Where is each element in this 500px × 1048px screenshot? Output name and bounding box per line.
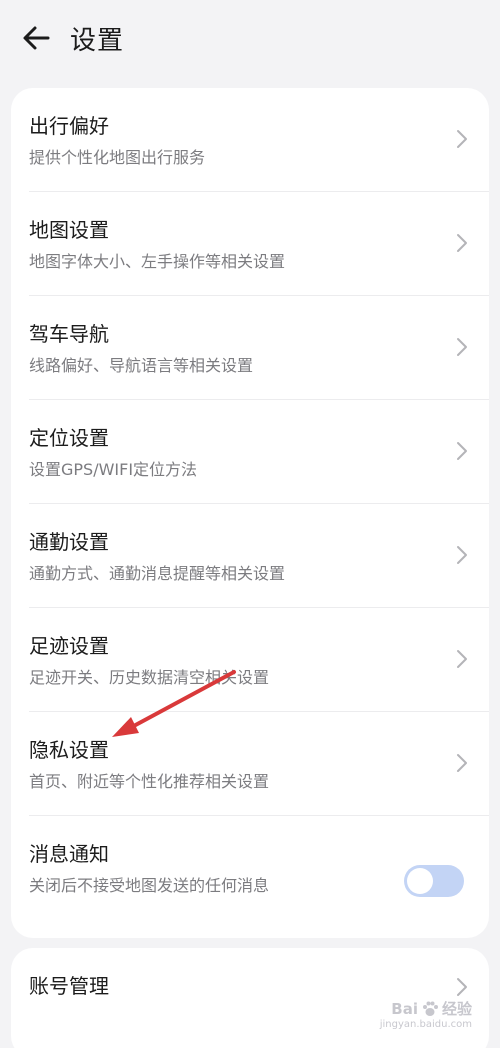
chevron-right-icon xyxy=(457,234,467,252)
chevron-right-icon xyxy=(457,546,467,564)
watermark: Bai 经验 jingyan.baidu.com xyxy=(379,998,472,1031)
setting-title: 账号管理 xyxy=(29,974,109,998)
chevron-right-icon xyxy=(457,650,467,668)
settings-card: 出行偏好 提供个性化地图出行服务 地图设置 地图字体大小、左手操作等相关设置 驾… xyxy=(11,88,489,938)
setting-title: 消息通知 xyxy=(29,842,109,866)
setting-subtitle: 首页、附近等个性化推荐相关设置 xyxy=(29,772,270,791)
watermark-logo: Bai 经验 xyxy=(391,998,472,1019)
watermark-url: jingyan.baidu.com xyxy=(379,1019,472,1030)
watermark-brand-left: Bai xyxy=(391,999,418,1018)
setting-subtitle: 提供个性化地图出行服务 xyxy=(29,148,206,167)
setting-title: 隐私设置 xyxy=(29,738,109,762)
chevron-right-icon xyxy=(457,978,467,996)
setting-subtitle: 通勤方式、通勤消息提醒等相关设置 xyxy=(29,564,286,583)
setting-title: 通勤设置 xyxy=(29,530,109,554)
setting-subtitle: 地图字体大小、左手操作等相关设置 xyxy=(29,252,286,271)
chevron-right-icon xyxy=(457,338,467,356)
toggle-knob xyxy=(407,868,433,894)
setting-title: 出行偏好 xyxy=(29,114,109,138)
setting-title: 驾车导航 xyxy=(29,322,109,346)
setting-title: 地图设置 xyxy=(29,218,109,242)
chevron-right-icon xyxy=(457,442,467,460)
setting-subtitle: 线路偏好、导航语言等相关设置 xyxy=(29,356,254,375)
setting-title: 足迹设置 xyxy=(29,634,109,658)
chevron-right-icon xyxy=(457,130,467,148)
setting-title: 定位设置 xyxy=(29,426,109,450)
setting-map-settings[interactable]: 地图设置 地图字体大小、左手操作等相关设置 xyxy=(11,192,489,296)
setting-subtitle: 足迹开关、历史数据清空相关设置 xyxy=(29,668,270,687)
watermark-brand-right: 经验 xyxy=(441,1000,472,1018)
arrow-left-icon xyxy=(23,26,50,50)
setting-subtitle: 设置GPS/WIFI定位方法 xyxy=(29,460,198,479)
page-title: 设置 xyxy=(70,25,125,56)
paw-icon xyxy=(422,1001,438,1016)
notifications-toggle[interactable] xyxy=(404,865,464,897)
back-button[interactable] xyxy=(16,18,56,58)
setting-privacy[interactable]: 隐私设置 首页、附近等个性化推荐相关设置 xyxy=(11,712,489,816)
setting-commute[interactable]: 通勤设置 通勤方式、通勤消息提醒等相关设置 xyxy=(11,504,489,608)
chevron-right-icon xyxy=(457,754,467,772)
setting-travel-preference[interactable]: 出行偏好 提供个性化地图出行服务 xyxy=(11,88,489,192)
setting-driving-navigation[interactable]: 驾车导航 线路偏好、导航语言等相关设置 xyxy=(11,296,489,400)
setting-footprint[interactable]: 足迹设置 足迹开关、历史数据清空相关设置 xyxy=(11,608,489,712)
setting-notifications: 消息通知 关闭后不接受地图发送的任何消息 xyxy=(11,816,489,920)
header-bar: 设置 xyxy=(0,0,500,76)
setting-location[interactable]: 定位设置 设置GPS/WIFI定位方法 xyxy=(11,400,489,504)
